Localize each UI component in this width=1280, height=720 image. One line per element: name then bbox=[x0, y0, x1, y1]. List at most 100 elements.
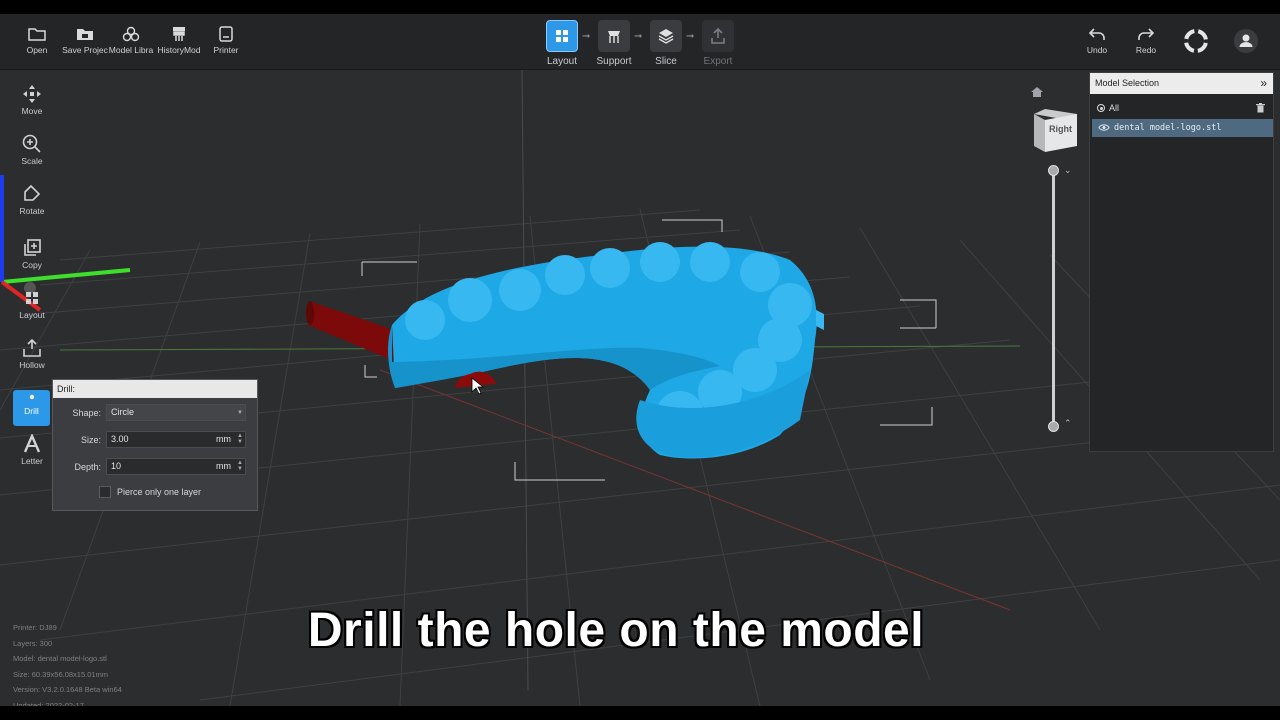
model-panel-title: Model Selection bbox=[1095, 78, 1160, 88]
open-label: Open bbox=[26, 45, 48, 55]
size-spinner[interactable]: ▲ ▼ bbox=[237, 433, 243, 445]
size-value: 3.00 bbox=[111, 434, 129, 444]
scale-tool-button[interactable]: Scale bbox=[10, 134, 54, 180]
history-model-label: HistoryMod bbox=[157, 45, 201, 55]
move-tool-button[interactable]: Move bbox=[10, 84, 54, 130]
history-model-button[interactable]: HistoryMod bbox=[155, 26, 203, 66]
save-folder-icon bbox=[77, 29, 93, 40]
step-arrow-icon: ➞ bbox=[686, 31, 695, 42]
depth-unit: mm bbox=[216, 461, 231, 471]
export-icon bbox=[711, 27, 725, 44]
slice-layers-icon bbox=[658, 29, 674, 44]
redo-button[interactable]: Redo bbox=[1122, 26, 1170, 66]
layer-slider-top-handle[interactable] bbox=[1048, 165, 1059, 176]
size-input[interactable]: 3.00 mm ▲ ▼ bbox=[106, 431, 246, 448]
model-selection-panel: Model Selection » All dental model-logo.… bbox=[1089, 72, 1274, 452]
step-export-label: Export bbox=[703, 56, 733, 67]
chevron-down-icon[interactable]: ⌄ bbox=[1064, 165, 1072, 176]
step-support-button[interactable] bbox=[598, 20, 630, 52]
layout-tool-button[interactable]: Layout bbox=[10, 288, 54, 334]
step-arrow-icon: ➞ bbox=[634, 31, 643, 42]
dental-model bbox=[388, 242, 824, 459]
step-layout-label: Layout bbox=[546, 56, 578, 67]
home-icon bbox=[1031, 87, 1043, 97]
support-icon bbox=[608, 31, 620, 43]
hollow-tool-button[interactable]: Hollow bbox=[10, 338, 54, 384]
eye-visibility-icon[interactable] bbox=[1098, 123, 1110, 132]
step-support-label: Support bbox=[596, 56, 632, 67]
depth-row: Depth: 10 mm ▲ ▼ bbox=[53, 458, 259, 476]
pierce-one-layer-label: Pierce only one layer bbox=[117, 487, 202, 497]
workflow-steps: Layout ➞ Support ➞ Slice ➞ Export bbox=[546, 20, 746, 70]
layout-tool-label: Layout bbox=[19, 310, 45, 320]
step-slice-button[interactable] bbox=[650, 20, 682, 52]
drill-icon bbox=[29, 394, 34, 400]
layer-slider-bottom-handle[interactable] bbox=[1048, 421, 1059, 432]
copy-tool-button[interactable]: Copy bbox=[10, 238, 54, 284]
video-caption: Drill the hole on the model bbox=[307, 604, 925, 657]
layout-tool-icon bbox=[26, 292, 38, 304]
vertical-axis-guide bbox=[521, 70, 529, 691]
shape-row: Shape: Circle ▼ bbox=[53, 404, 259, 422]
home-view-button[interactable] bbox=[1030, 85, 1044, 103]
open-button[interactable]: Open bbox=[13, 26, 61, 66]
depth-label: Depth: bbox=[74, 462, 101, 472]
collapse-double-chevron-icon[interactable]: » bbox=[1260, 73, 1267, 94]
printer-icon bbox=[219, 26, 233, 42]
depth-input[interactable]: 10 mm ▲ ▼ bbox=[106, 458, 246, 475]
undo-icon bbox=[1088, 28, 1105, 40]
drill-settings-panel: Drill: Shape: Circle ▼ Size: 3.00 mm ▲ ▼ … bbox=[52, 379, 258, 511]
rotate-icon bbox=[24, 184, 41, 201]
model-library-icon bbox=[122, 26, 140, 42]
dropdown-arrow-icon: ▼ bbox=[237, 410, 243, 416]
trash-icon bbox=[1256, 103, 1265, 113]
size-row: Size: 3.00 mm ▲ ▼ bbox=[53, 431, 259, 449]
shape-value: Circle bbox=[111, 407, 135, 417]
scale-icon bbox=[22, 134, 41, 153]
printer-label: Printer bbox=[213, 45, 239, 55]
letter-icon bbox=[23, 434, 41, 453]
rotate-tool-button[interactable]: Rotate bbox=[10, 184, 54, 230]
hollow-label: Hollow bbox=[19, 360, 45, 370]
layer-slider[interactable] bbox=[1052, 172, 1055, 426]
depth-spinner[interactable]: ▲ ▼ bbox=[237, 460, 243, 472]
radio-icon bbox=[1097, 104, 1105, 112]
letter-label: Letter bbox=[21, 456, 43, 466]
letter-tool-button[interactable]: Letter bbox=[10, 434, 54, 480]
all-label: All bbox=[1109, 103, 1120, 113]
view-cube[interactable]: Right bbox=[1031, 106, 1079, 154]
model-panel-header: Model Selection » bbox=[1090, 73, 1273, 94]
help-button[interactable] bbox=[1172, 28, 1220, 68]
letterbox-top bbox=[0, 0, 1280, 14]
step-export-button[interactable] bbox=[702, 20, 734, 52]
step-layout-button[interactable] bbox=[546, 20, 578, 52]
rotate-label: Rotate bbox=[19, 206, 45, 216]
step-slice-label: Slice bbox=[655, 56, 677, 67]
folder-open-icon bbox=[28, 28, 46, 41]
info-version: Version: V3.2.0.1648 Beta win64 bbox=[13, 685, 122, 694]
step-arrow-icon: ➞ bbox=[582, 31, 591, 42]
lifebuoy-help-icon bbox=[1184, 29, 1208, 53]
layout-icon bbox=[556, 30, 568, 42]
view-cube-face-label: Right bbox=[1049, 124, 1072, 134]
save-project-button[interactable]: Save Projec bbox=[61, 26, 109, 66]
model-library-button[interactable]: Model Libra bbox=[107, 26, 155, 66]
left-toolbar: Move Scale Rotate Copy Layout Hollow Dri… bbox=[10, 80, 54, 480]
chevron-up-icon[interactable]: ⌃ bbox=[1064, 418, 1072, 429]
shape-select[interactable]: Circle ▼ bbox=[106, 404, 246, 421]
size-label: Size: bbox=[80, 435, 101, 445]
printer-button[interactable]: Printer bbox=[202, 26, 250, 66]
drill-tool-button[interactable]: Drill bbox=[13, 390, 50, 426]
account-button[interactable] bbox=[1222, 28, 1270, 68]
drill-panel-title: Drill: bbox=[53, 380, 257, 398]
select-all-radio[interactable]: All bbox=[1097, 103, 1119, 113]
undo-button[interactable]: Undo bbox=[1073, 26, 1121, 66]
copy-label: Copy bbox=[22, 260, 42, 270]
copy-icon bbox=[24, 239, 41, 256]
move-label: Move bbox=[21, 106, 43, 116]
model-library-label: Model Libra bbox=[108, 45, 154, 55]
model-list-item[interactable]: dental model-logo.stl bbox=[1092, 119, 1273, 137]
scale-label: Scale bbox=[21, 156, 43, 166]
pierce-one-layer-checkbox[interactable] bbox=[99, 486, 111, 498]
delete-button[interactable] bbox=[1256, 100, 1265, 118]
